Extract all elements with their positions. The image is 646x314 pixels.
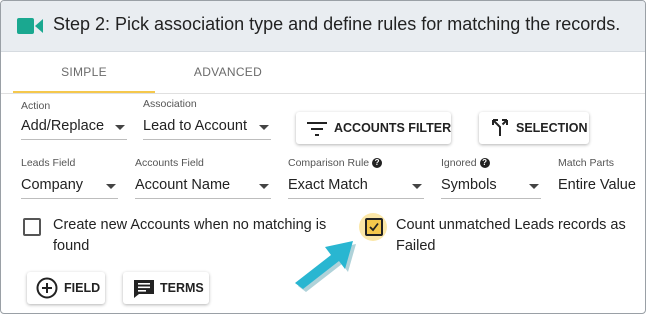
match-parts-select[interactable]: Entire Value	[558, 176, 644, 198]
filter-icon	[307, 122, 327, 136]
association-label: Association	[143, 98, 197, 110]
leads-field-label: Leads Field	[21, 157, 76, 169]
leads-field-value: Company	[21, 177, 84, 193]
accounts-filter-label: ACCOUNTS FILTER	[334, 121, 452, 135]
tab-bar: SIMPLE ADVANCED	[1, 51, 645, 94]
add-circle-icon	[36, 277, 58, 299]
association-value: Lead to Account	[143, 118, 247, 134]
add-field-label: FIELD	[64, 281, 101, 295]
help-icon[interactable]: ?	[372, 158, 383, 169]
match-parts-label: Match Parts	[558, 157, 615, 169]
count-unmatched-line1: Count unmatched Leads records as	[396, 217, 626, 233]
chevron-down-icon	[529, 184, 539, 189]
chevron-down-icon	[259, 184, 269, 189]
count-unmatched-text: Count unmatched Leads records as Failed	[396, 215, 626, 257]
create-accounts-text: Create new Accounts when no matching is …	[53, 215, 326, 257]
association-select[interactable]: Lead to Account	[143, 117, 271, 140]
ignored-value: Symbols	[441, 177, 497, 193]
accounts-field-select[interactable]: Account Name	[135, 176, 271, 199]
terms-label: TERMS	[160, 281, 204, 295]
action-label: Action	[21, 100, 51, 112]
comparison-rule-value: Exact Match	[288, 177, 368, 193]
step-header: Step 2: Pick association type and define…	[1, 1, 645, 52]
tab-simple[interactable]: SIMPLE	[13, 51, 155, 93]
video-camera-icon	[17, 18, 43, 34]
merge-arrows-icon	[492, 119, 508, 136]
comparison-rule-label: Comparison Rule	[288, 157, 370, 169]
accounts-field-value: Account Name	[135, 177, 231, 193]
ignored-select[interactable]: Symbols	[441, 176, 541, 199]
comparison-rule-header: Comparison Rule?	[288, 157, 383, 169]
comparison-rule-select[interactable]: Exact Match	[288, 176, 424, 199]
terms-button[interactable]: TERMS	[123, 272, 209, 304]
accounts-field-label: Accounts Field	[135, 157, 204, 169]
count-unmatched-line2: Failed	[396, 238, 436, 254]
help-icon[interactable]: ?	[479, 158, 490, 169]
chevron-down-icon	[115, 125, 125, 130]
selection-button[interactable]: SELECTION	[479, 112, 589, 144]
accounts-filter-button[interactable]: ACCOUNTS FILTER	[296, 112, 451, 144]
chevron-down-icon	[412, 184, 422, 189]
callout-arrow-icon	[295, 241, 356, 292]
create-accounts-checkbox[interactable]	[23, 218, 41, 236]
chevron-down-icon	[259, 125, 269, 130]
dialog-frame: Step 2: Pick association type and define…	[0, 0, 646, 314]
selection-label: SELECTION	[516, 121, 588, 135]
ignored-header: Ignored?	[441, 157, 490, 169]
action-value: Add/Replace	[21, 118, 105, 134]
create-accounts-line1: Create new Accounts when no matching is	[53, 217, 327, 233]
leads-field-select[interactable]: Company	[21, 176, 118, 199]
chevron-down-icon	[106, 184, 116, 189]
tab-advanced[interactable]: ADVANCED	[157, 51, 299, 93]
ignored-label: Ignored	[441, 157, 477, 169]
checkmark-icon	[369, 222, 379, 232]
add-field-button[interactable]: FIELD	[27, 272, 105, 304]
count-unmatched-checkbox[interactable]	[365, 218, 383, 236]
step-title: Step 2: Pick association type and define…	[53, 14, 621, 34]
action-select[interactable]: Add/Replace	[21, 117, 127, 140]
create-accounts-line2: found	[53, 238, 90, 254]
comment-text-icon	[134, 280, 154, 298]
match-parts-value: Entire Value	[558, 177, 636, 193]
